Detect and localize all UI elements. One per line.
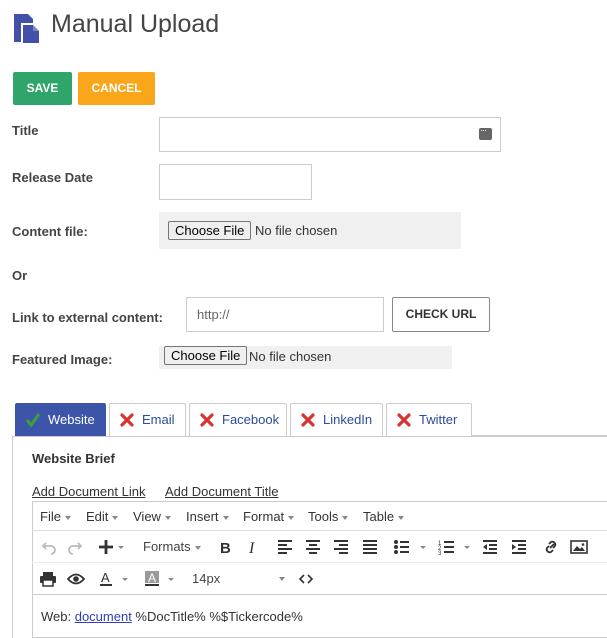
- insert-plus-icon[interactable]: [98, 538, 124, 556]
- source-code-icon[interactable]: [297, 570, 315, 588]
- font-size-caret: [279, 577, 285, 581]
- align-center-icon[interactable]: [304, 538, 322, 556]
- release-date-input[interactable]: [159, 164, 312, 200]
- add-document-link[interactable]: Add Document Link: [32, 484, 145, 499]
- background-color-icon[interactable]: A: [144, 570, 174, 588]
- url-input[interactable]: http://: [186, 297, 384, 332]
- svg-text:A: A: [148, 571, 156, 585]
- document-link[interactable]: document: [75, 609, 132, 624]
- outdent-icon[interactable]: [481, 538, 499, 556]
- check-icon: [25, 412, 41, 428]
- svg-text:I: I: [248, 540, 255, 556]
- bold-icon[interactable]: B: [216, 538, 234, 556]
- align-left-icon[interactable]: [276, 538, 294, 556]
- menu-edit[interactable]: Edit: [86, 509, 119, 524]
- x-icon: [396, 412, 412, 428]
- content-file-label: Content file:: [12, 224, 88, 239]
- align-right-icon[interactable]: [332, 538, 350, 556]
- svg-text:3: 3: [438, 551, 442, 556]
- content-choose-file-button[interactable]: Choose File: [168, 221, 252, 240]
- link-icon[interactable]: [542, 538, 560, 556]
- image-file-status: No file chosen: [249, 349, 332, 364]
- svg-text:A: A: [101, 570, 110, 585]
- menu-table[interactable]: Table: [363, 509, 405, 524]
- brief-title: Website Brief: [32, 451, 115, 466]
- text-color-icon[interactable]: A: [98, 570, 128, 588]
- or-label: Or: [12, 268, 28, 283]
- page-title: Manual Upload: [51, 10, 220, 38]
- menu-tools[interactable]: Tools: [308, 509, 349, 524]
- x-icon: [300, 412, 316, 428]
- save-button[interactable]: SAVE: [13, 72, 72, 105]
- bullet-list-icon[interactable]: [393, 538, 426, 556]
- document-icon: [12, 12, 42, 44]
- x-icon: [119, 412, 135, 428]
- featured-image-zone: Choose File No file chosen: [159, 346, 452, 369]
- tab-label: Website: [48, 412, 95, 427]
- redo-icon[interactable]: [66, 538, 84, 556]
- editor-toolbar-row-1: Formats B I 123: [32, 531, 607, 563]
- image-choose-file-button[interactable]: Choose File: [164, 346, 248, 365]
- release-date-label: Release Date: [12, 170, 93, 185]
- check-url-button[interactable]: CHECK URL: [392, 297, 490, 332]
- url-placeholder: http://: [197, 307, 230, 322]
- numbered-list-icon[interactable]: 123: [438, 538, 470, 556]
- add-document-title[interactable]: Add Document Title: [165, 484, 278, 499]
- italic-icon[interactable]: I: [244, 538, 262, 556]
- tab-label: LinkedIn: [323, 412, 373, 427]
- tab-facebook[interactable]: Facebook: [189, 403, 287, 437]
- image-icon[interactable]: [570, 538, 588, 556]
- featured-image-label: Featured Image:: [12, 352, 113, 367]
- undo-icon[interactable]: [40, 538, 58, 556]
- print-icon[interactable]: [39, 570, 57, 588]
- title-input[interactable]: [159, 117, 501, 152]
- menu-format[interactable]: Format: [243, 509, 295, 524]
- indent-icon[interactable]: [510, 538, 528, 556]
- tab-linkedin[interactable]: LinkedIn: [290, 403, 383, 437]
- font-size-dropdown[interactable]: 14px: [192, 571, 220, 586]
- title-label: Title: [12, 123, 39, 138]
- menu-view[interactable]: View: [133, 509, 171, 524]
- editor-content[interactable]: Web: document %DocTitle% %$Tickercode%: [41, 609, 303, 624]
- editor-toolbar-row-2: A A 14px: [32, 563, 607, 595]
- tab-label: Facebook: [222, 412, 280, 427]
- content-file-zone: Choose File No file chosen: [159, 212, 461, 249]
- cancel-button[interactable]: CANCEL: [78, 72, 155, 105]
- justify-icon[interactable]: [361, 538, 379, 556]
- tab-email[interactable]: Email: [109, 403, 186, 437]
- more-icon[interactable]: [479, 125, 492, 140]
- editor-menubar: File Edit View Insert Format Tools Table: [32, 501, 607, 531]
- menu-insert[interactable]: Insert: [186, 509, 229, 524]
- tab-twitter[interactable]: Twitter: [386, 403, 472, 437]
- preview-icon[interactable]: [67, 570, 85, 588]
- svg-text:B: B: [220, 540, 231, 556]
- content-file-status: No file chosen: [255, 223, 338, 238]
- tab-label: Email: [142, 412, 175, 427]
- formats-dropdown[interactable]: Formats: [143, 539, 201, 554]
- tab-website[interactable]: Website: [15, 403, 106, 437]
- x-icon: [199, 412, 215, 428]
- menu-file[interactable]: File: [40, 509, 71, 524]
- link-label: Link to external content:: [12, 310, 163, 325]
- tab-label: Twitter: [419, 412, 458, 427]
